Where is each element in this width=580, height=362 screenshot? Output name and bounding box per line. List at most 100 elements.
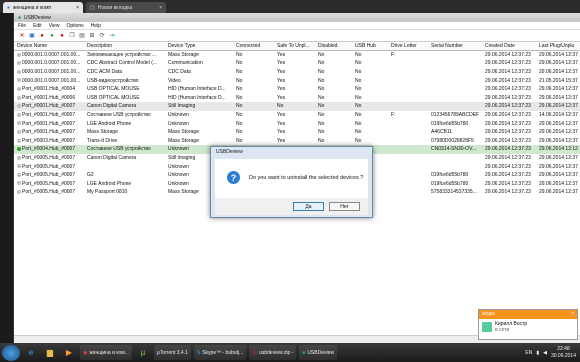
table-cell: No xyxy=(355,120,362,127)
disconnect-icon[interactable]: ● xyxy=(38,32,46,40)
table-cell: 29.06.2014 12:37 xyxy=(539,60,578,67)
table-cell: No xyxy=(318,51,325,58)
device-name-cell: Port_#0003.Hub_#0007 xyxy=(14,138,84,144)
task-usbdeview[interactable]: ■ USBDeview xyxy=(299,345,337,360)
table-row[interactable]: Port_#0001.Hub_#0007 Canon Digital Camera… xyxy=(14,102,580,111)
contact-status: в сети xyxy=(495,327,510,333)
column-header[interactable]: Device Name xyxy=(14,43,84,49)
menu-help[interactable]: Help xyxy=(91,23,101,29)
task-utorrent[interactable]: µTorrent 3.4.1 xyxy=(153,345,191,360)
table-cell: No xyxy=(236,86,243,93)
table-cell: No xyxy=(355,86,362,93)
column-header[interactable]: Device Type xyxy=(165,43,233,49)
device-status-icon xyxy=(17,95,21,100)
skype-notification[interactable]: skype × Кирилл Востр в сети xyxy=(478,309,578,340)
task-label: женщина и ком... xyxy=(89,349,129,356)
table-row[interactable]: Port_#0001.Hub_#0007 Mass Storage Mass Sto… xyxy=(14,128,580,137)
usbdeview-icon: ■ xyxy=(302,349,306,356)
table-cell: Запоминающее устройство ... xyxy=(87,51,157,58)
table-row[interactable]: Port_#0001.Hub_#0007 LGE Android Phone Unk… xyxy=(14,119,580,128)
volume-icon[interactable]: ◀ xyxy=(543,350,547,356)
disable-icon[interactable]: ● xyxy=(58,32,66,40)
task-winrar[interactable]: ▤ usbdeview.zip - xyxy=(249,345,297,360)
table-row[interactable]: Port_#0001.Hub_#0006 USB OPTICAL MOUSE HID… xyxy=(14,94,580,103)
uninstall-icon[interactable]: ✕ xyxy=(18,32,26,40)
column-header[interactable]: Connected xyxy=(233,43,274,49)
table-cell: Yes xyxy=(277,94,286,101)
table-cell: 29.06.2014 12:37 xyxy=(539,137,578,144)
no-button[interactable]: Нет xyxy=(329,202,360,211)
column-header[interactable]: Description xyxy=(84,43,165,49)
table-row[interactable]: Port_#0001.Hub_#0004 USB OPTICAL MOUSE HID… xyxy=(14,85,580,94)
table-row[interactable]: Port_#0003.Hub_#0007 Trans-It Drive Mass S… xyxy=(14,137,580,146)
table-cell: Yes xyxy=(277,112,286,119)
column-header[interactable]: Serial Number xyxy=(428,43,482,49)
column-header[interactable]: Last Plug/Unplu xyxy=(536,43,580,49)
start-button[interactable] xyxy=(2,344,20,361)
table-row[interactable]: 0000.001.0.0007.001.00... CDC ACM Data CDC… xyxy=(14,68,580,77)
table-cell: Unknown xyxy=(168,120,189,127)
table-cell: No xyxy=(318,69,325,76)
enable-icon[interactable]: ● xyxy=(48,32,56,40)
table-cell: 29.06.2014 12:37 xyxy=(539,172,578,179)
tab-favicon: ● xyxy=(7,4,11,11)
network-icon[interactable]: ▮ xyxy=(536,350,539,356)
utorrent-icon[interactable]: µ xyxy=(135,345,151,360)
properties-icon[interactable]: ▤ xyxy=(78,32,86,40)
media-player-icon[interactable]: ▶ xyxy=(61,345,77,360)
table-cell: No xyxy=(355,69,362,76)
table-cell: 14.06.2014 12:37 xyxy=(539,112,578,119)
browser-tab-new[interactable]: ▢ Новая вкладка × xyxy=(86,2,166,13)
table-row[interactable]: 0000.001.0.0007.001.00... Запоминающее ус… xyxy=(14,51,580,60)
table-cell: 07980D0028828F5 xyxy=(431,137,474,144)
menu-options[interactable]: Options xyxy=(66,23,83,29)
exit-icon[interactable]: ⇥ xyxy=(108,32,116,40)
device-name-cell: Port_#0005.Hub_#0007 xyxy=(14,181,84,187)
report-icon[interactable]: ⊞ xyxy=(88,32,96,40)
menu-view[interactable]: View xyxy=(49,23,60,29)
browser-tab-active[interactable]: ● женщина и комп × xyxy=(3,2,83,13)
column-header[interactable]: Created Date xyxy=(482,43,536,49)
task-label: µTorrent 3.4.1 xyxy=(156,349,188,356)
task-browser[interactable]: ◉ женщина и ком... xyxy=(80,345,132,360)
column-header[interactable]: USB Hub xyxy=(352,43,388,49)
menu-file[interactable]: File xyxy=(18,23,26,29)
folder-icon[interactable]: ▆ xyxy=(42,345,58,360)
yes-button[interactable]: Да xyxy=(293,202,324,211)
table-row[interactable]: 0000.001.0.0007.001.00... USB-видеоустрой… xyxy=(14,76,580,85)
refresh-icon[interactable]: ⟳ xyxy=(98,32,106,40)
close-icon[interactable]: × xyxy=(571,311,574,318)
device-name-cell: Port_#0001.Hub_#0007 xyxy=(14,129,84,135)
device-status-icon xyxy=(17,61,21,66)
close-icon[interactable]: × xyxy=(76,5,79,11)
table-cell: Mass Storage xyxy=(87,129,118,136)
internet-explorer-icon[interactable]: e xyxy=(23,345,39,360)
close-icon[interactable]: × xyxy=(159,5,162,11)
table-cell: G2 xyxy=(87,172,94,179)
table-cell: 29.06.2014 12:37:23 xyxy=(485,51,531,58)
clock[interactable]: 22:48 30.06.2014 xyxy=(551,346,576,359)
table-cell: 29.06.2014 12:37:23 xyxy=(485,60,531,67)
table-cell: Mass Storage xyxy=(168,137,199,144)
table-cell: No xyxy=(236,51,243,58)
table-cell: No xyxy=(236,120,243,127)
save-icon[interactable]: ▣ xyxy=(28,32,36,40)
copy-icon[interactable]: ❐ xyxy=(68,32,76,40)
table-cell: Still Imaging xyxy=(168,103,196,110)
table-cell: 29.06.2014 12:37:23 xyxy=(485,163,531,170)
tab-favicon: ▢ xyxy=(90,4,95,11)
column-header[interactable]: Drive Letter xyxy=(388,43,428,49)
device-name-text: 0000.001.0.0007.001.00... xyxy=(22,69,81,76)
table-cell: Trans-It Drive xyxy=(87,137,118,144)
table-cell: 29.06.2014 12:37:23 xyxy=(485,69,531,76)
column-header[interactable]: Disabled xyxy=(315,43,352,49)
column-header[interactable]: Safe To Unpl... xyxy=(274,43,315,49)
table-row[interactable]: 0000.001.0.0007.001.00... CDC Abstract Co… xyxy=(14,59,580,68)
language-indicator[interactable]: EN xyxy=(525,350,532,356)
device-name-text: Port_#0001.Hub_#0007 xyxy=(22,112,76,119)
task-skype[interactable]: S Skype™ - bubutj... xyxy=(193,345,247,360)
table-cell: 019fce6d55b780 xyxy=(431,180,469,187)
table-row[interactable]: Port_#0001.Hub_#0007 Составное USB устрой… xyxy=(14,111,580,120)
menu-edit[interactable]: Edit xyxy=(33,23,42,29)
device-name-text: 0000.001.0.0007.001.00... xyxy=(22,51,81,58)
